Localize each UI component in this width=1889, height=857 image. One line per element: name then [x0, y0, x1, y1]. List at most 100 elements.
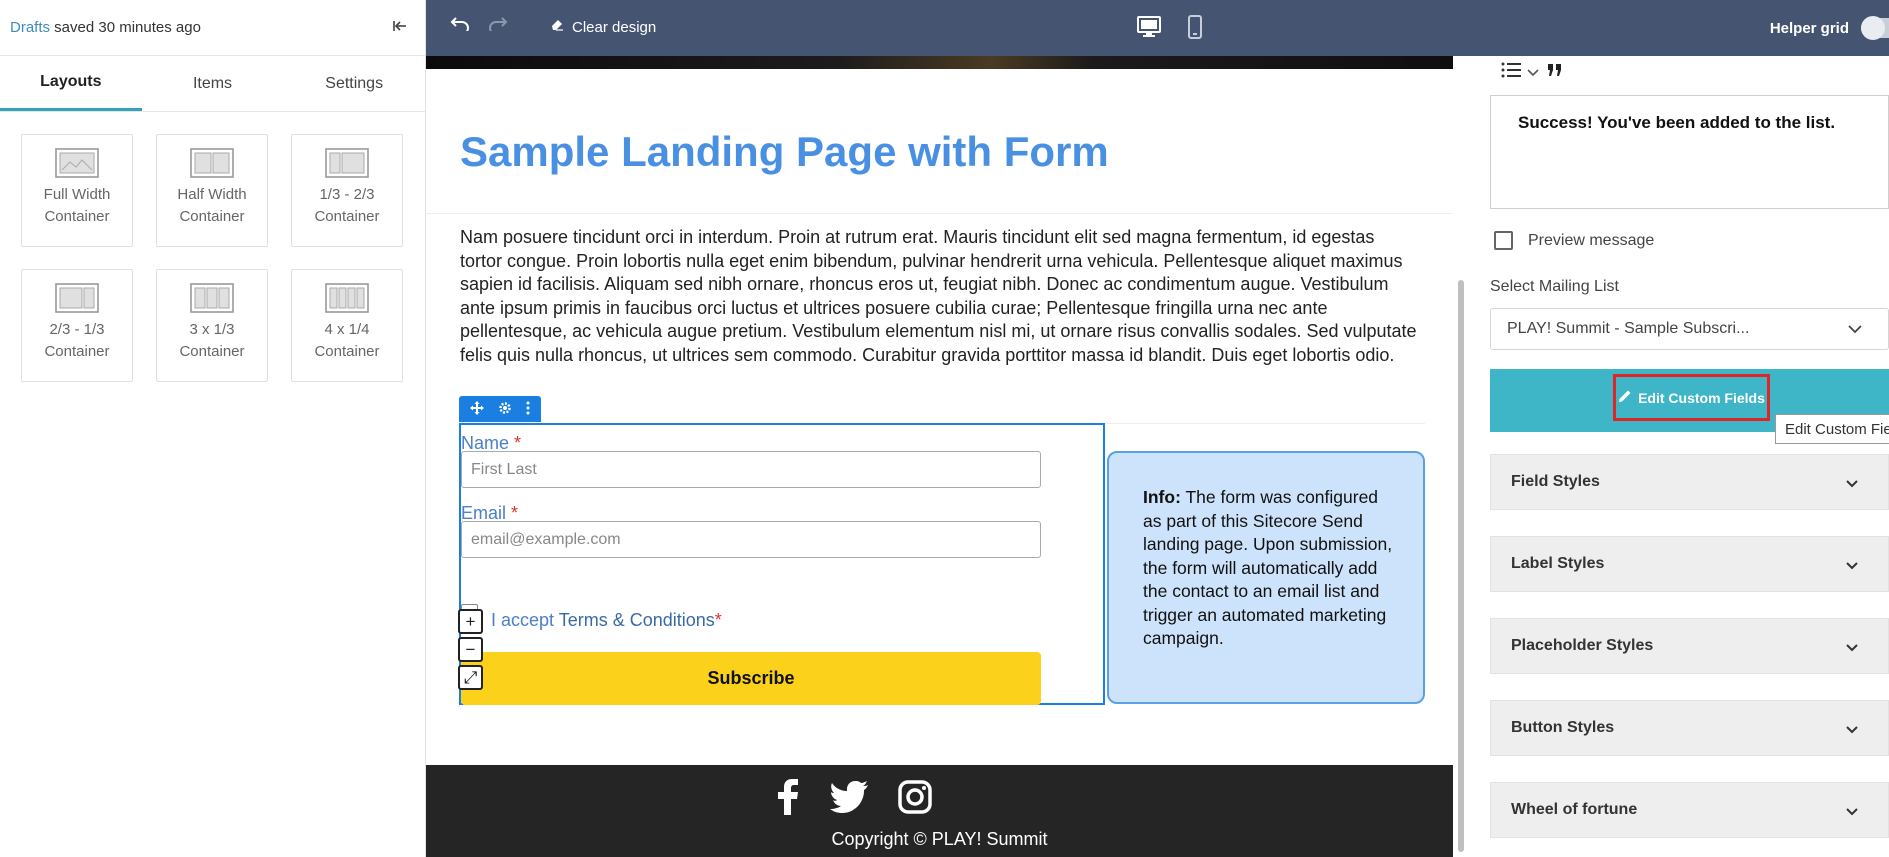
helper-grid-label: Helper grid [1769, 19, 1849, 37]
edit-custom-fields-button[interactable]: Edit Custom Fields [1613, 374, 1770, 421]
accordion-placeholder-styles[interactable]: Placeholder Styles [1490, 618, 1889, 674]
three-thirds-container-icon [190, 283, 234, 313]
accordion-button-styles[interactable]: Button Styles [1490, 700, 1889, 756]
preview-message-checkbox[interactable] [1494, 231, 1513, 250]
success-message-editor[interactable]: Success! You've been added to the list. [1490, 95, 1889, 209]
tab-layouts[interactable]: Layouts [0, 56, 142, 111]
half-width-container-icon [190, 148, 234, 178]
twitter-icon[interactable] [830, 781, 868, 818]
accordion-label: Field Styles [1511, 473, 1600, 490]
canvas-scrollbar[interactable] [1458, 280, 1464, 852]
email-placeholder: email@example.com [471, 530, 621, 548]
name-placeholder: First Last [471, 460, 537, 478]
mailing-list-label: Select Mailing List [1490, 278, 1619, 295]
redo-icon[interactable] [488, 17, 510, 31]
facebook-icon[interactable] [776, 779, 800, 820]
layout-four-quarters[interactable]: 4 x 1/4 Container [291, 269, 403, 382]
layout-three-thirds[interactable]: 3 x 1/3 Container [156, 269, 268, 382]
desktop-view-icon[interactable] [1137, 16, 1161, 43]
edit-custom-fields-label: Edit Custom Fields [1638, 389, 1765, 406]
four-quarters-container-icon [325, 283, 369, 313]
chevron-down-icon [1846, 639, 1858, 657]
chevron-down-icon [1848, 321, 1862, 339]
terms-label: I accept Terms & Conditions* [491, 610, 722, 631]
draft-status-bar: Drafts saved 30 minutes ago [0, 0, 425, 56]
block-toolbar [459, 396, 541, 422]
subscribe-button[interactable]: Subscribe [461, 652, 1041, 705]
accordion-label: Button Styles [1511, 719, 1615, 736]
info-column: Info: The form was configured as part of… [1105, 423, 1425, 705]
instagram-icon[interactable] [898, 780, 932, 819]
two-thirds-one-third-container-icon [55, 283, 99, 313]
info-bold-label: Info: [1143, 487, 1181, 507]
draft-status: Drafts saved 30 minutes ago [10, 19, 201, 36]
clear-design-label: Clear design [572, 18, 657, 36]
mailing-list-value: PLAY! Summit - Sample Subscri... [1507, 320, 1750, 337]
layout-label-line1: 2/3 - 1/3 [49, 321, 105, 338]
full-width-container-icon [55, 148, 99, 178]
undo-icon[interactable] [448, 17, 470, 31]
list-icon[interactable] [1501, 62, 1521, 83]
more-options-icon[interactable] [526, 401, 530, 418]
gear-icon[interactable] [498, 401, 512, 418]
layout-label-line2: Container [44, 208, 110, 225]
name-input[interactable]: First Last [461, 451, 1041, 488]
page-title[interactable]: Sample Landing Page with Form [460, 128, 1109, 176]
saved-status-text: saved 30 minutes ago [50, 19, 201, 36]
chevron-down-icon [1846, 475, 1858, 493]
layout-full-width[interactable]: Full Width Container [21, 134, 133, 247]
helper-grid-control: Helper grid [1770, 0, 1889, 56]
top-toolbar: Clear design Helper grid [426, 0, 1889, 56]
accordion-wheel-of-fortune[interactable]: Wheel of fortune [1490, 782, 1889, 838]
chevron-down-icon [1846, 721, 1858, 739]
layout-label-line2: Container [179, 208, 245, 225]
accordion-field-styles[interactable]: Field Styles [1490, 454, 1889, 510]
accordion-label: Placeholder Styles [1511, 637, 1654, 654]
chevron-down-icon[interactable] [1527, 64, 1539, 82]
info-box[interactable]: Info: The form was configured as part of… [1107, 451, 1425, 704]
quote-icon[interactable] [1547, 63, 1563, 82]
accordion-label-styles[interactable]: Label Styles [1490, 536, 1889, 592]
layout-one-third-two-thirds[interactable]: 1/3 - 2/3 Container [291, 134, 403, 247]
fullscreen-button[interactable]: ⤢ [458, 665, 483, 690]
layout-two-thirds-one-third[interactable]: 2/3 - 1/3 Container [21, 269, 133, 382]
layout-half-width[interactable]: Half Width Container [156, 134, 268, 247]
subscription-form: Name * First Last Email * email@example.… [459, 423, 1105, 705]
chevron-down-icon [1846, 803, 1858, 821]
mailing-list-select[interactable]: PLAY! Summit - Sample Subscri... [1490, 308, 1889, 350]
clear-design-button[interactable]: Clear design [550, 18, 656, 36]
preview-message-option: Preview message [1494, 231, 1654, 250]
tab-settings[interactable]: Settings [283, 56, 425, 111]
page-footer: Copyright © PLAY! Summit [426, 765, 1453, 857]
required-mark: * [514, 433, 522, 453]
email-input[interactable]: email@example.com [461, 521, 1041, 558]
email-label-text: Email [461, 503, 507, 523]
name-label-text: Name [461, 433, 510, 453]
layouts-grid: Full Width Container Half Width Containe… [0, 112, 425, 382]
drafts-link[interactable]: Drafts [10, 19, 50, 36]
tab-items[interactable]: Items [142, 56, 284, 111]
collapse-panel-icon[interactable] [393, 19, 407, 37]
layout-label-line1: 4 x 1/4 [324, 321, 370, 338]
helper-grid-toggle[interactable] [1861, 16, 1889, 40]
chevron-down-icon [1846, 557, 1858, 575]
accept-text: I accept [491, 610, 559, 630]
right-panel: Success! You've been added to the list. … [1475, 56, 1889, 857]
edit-custom-fields-tooltip: Edit Custom Fie [1775, 414, 1889, 444]
move-icon[interactable] [470, 400, 484, 418]
copyright-text: Copyright © PLAY! Summit [831, 829, 1048, 849]
zoom-out-button[interactable]: − [458, 637, 483, 662]
layout-label-line2: Container [44, 343, 110, 360]
layout-label-line1: 1/3 - 2/3 [319, 186, 375, 203]
preview-message-label: Preview message [1528, 231, 1655, 249]
terms-link[interactable]: Terms & Conditions [559, 610, 715, 630]
text-format-toolbar [1501, 62, 1563, 83]
body-paragraph[interactable]: Nam posuere tincidunt orci in interdum. … [460, 226, 1420, 367]
one-third-two-thirds-container-icon [325, 148, 369, 178]
layout-label-line2: Container [314, 343, 380, 360]
design-canvas: Sample Landing Page with Form Nam posuer… [426, 56, 1453, 857]
accordion-label: Wheel of fortune [1511, 801, 1638, 818]
section-divider [426, 213, 1453, 214]
zoom-in-button[interactable]: + [458, 609, 483, 634]
mobile-view-icon[interactable] [1188, 15, 1202, 44]
